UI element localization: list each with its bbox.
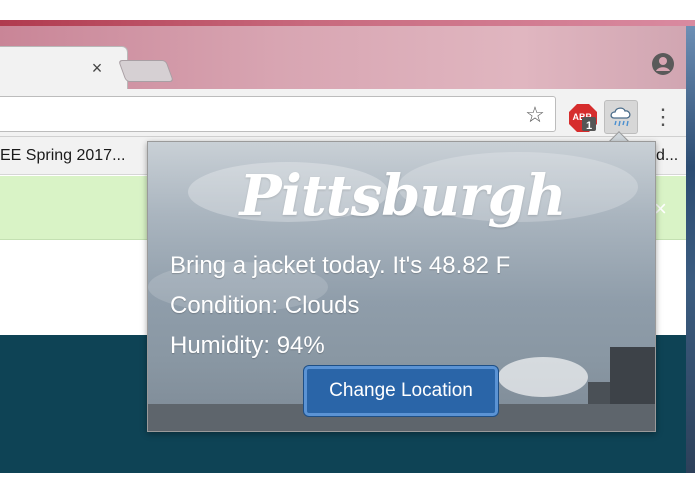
bookmark-item[interactable]: EE Spring 2017... <box>0 147 125 165</box>
weather-condition-text: Condition: Clouds <box>170 292 360 319</box>
city-title: Pittsburgh <box>239 163 567 229</box>
chrome-menu-icon[interactable]: ⋮ <box>652 104 674 130</box>
profile-icon[interactable] <box>651 52 675 76</box>
new-tab-button[interactable] <box>117 60 175 82</box>
change-location-button[interactable]: Change Location <box>304 366 498 416</box>
adblock-badge: 1 <box>586 120 592 132</box>
browser-tab[interactable] <box>0 46 128 90</box>
weather-extension-button[interactable] <box>604 100 638 134</box>
desktop-background <box>0 0 695 22</box>
bookmark-item-overflow[interactable]: d... <box>656 147 678 165</box>
tab-close-icon[interactable]: × <box>88 58 106 78</box>
rain-cloud-icon <box>610 107 631 127</box>
weather-advice-text: Bring a jacket today. It's 48.82 F <box>170 252 511 279</box>
bookmark-star-icon[interactable]: ☆ <box>524 104 546 126</box>
adblock-icon[interactable]: ABP 1 <box>568 103 598 133</box>
screen: × ☆ ABP 1 ⋮ EE Spring 2017... d... × Pit… <box>0 0 695 494</box>
weather-popup: Pittsburgh Bring a jacket today. It's 48… <box>147 141 656 432</box>
address-bar[interactable] <box>0 96 556 132</box>
cloud-shape <box>498 357 588 397</box>
page-bottom-edge <box>0 473 695 494</box>
desktop-edge <box>686 26 695 494</box>
weather-humidity-text: Humidity: 94% <box>170 332 325 359</box>
